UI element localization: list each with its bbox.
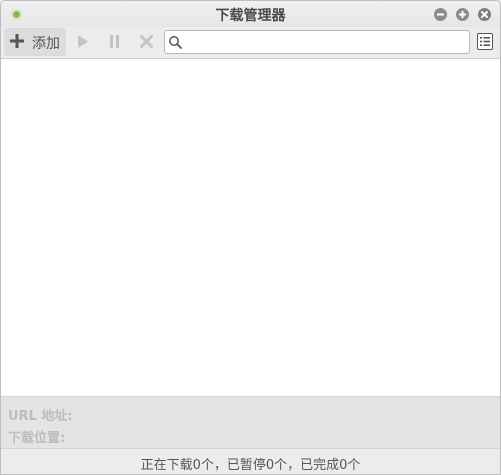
list-menu-icon[interactable] [477,33,493,50]
toolbar: 添加 [1,27,500,59]
play-icon[interactable] [77,35,89,48]
add-button[interactable]: 添加 [4,28,66,56]
title-bar[interactable]: 下载管理器 [1,1,500,27]
search-input[interactable] [185,33,467,51]
close-icon [481,11,488,18]
maximize-button[interactable] [456,8,469,21]
close-button[interactable] [478,8,491,21]
add-button-label: 添加 [32,36,60,52]
maximize-icon [459,11,466,18]
pause-icon[interactable] [109,35,120,48]
download-details-panel: URL 地址: 下载位置: [1,397,500,448]
search-icon [169,36,182,49]
download-list[interactable] [1,59,500,397]
status-text: 正在下载0个，已暂停0个，已完成0个 [140,458,361,473]
status-bar: 正在下载0个，已暂停0个，已完成0个 [1,448,500,474]
window-title: 下载管理器 [215,8,286,24]
url-label: URL 地址: [8,409,73,424]
stop-icon[interactable] [140,35,153,48]
minimize-icon [437,13,444,16]
search-field[interactable] [164,30,470,54]
plus-icon [10,34,24,48]
minimize-button[interactable] [434,8,447,21]
download-location-label: 下载位置: [8,431,66,446]
download-manager-window: 下载管理器 添加 URL 地址: 下载位置: 正在下载0个，已暂停0个，已完成0… [0,0,501,475]
